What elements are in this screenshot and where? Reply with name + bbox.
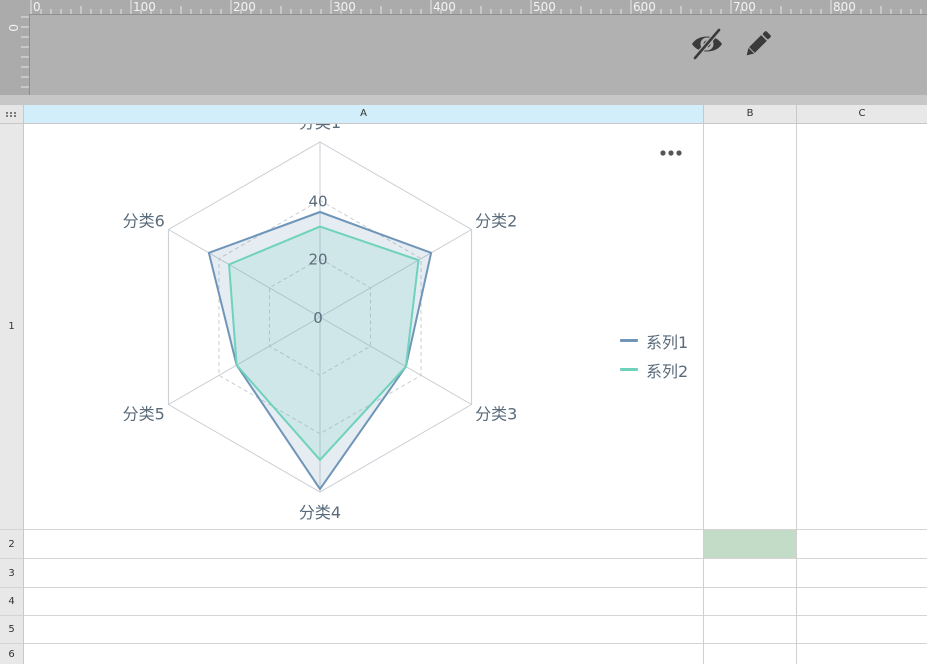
radar-indicator-label: 分类3	[475, 405, 517, 424]
ruler-label: 0	[33, 0, 41, 14]
cell-c3[interactable]	[797, 559, 927, 588]
cell-a4[interactable]	[24, 588, 704, 616]
vertical-ruler-scale: 0	[7, 16, 29, 88]
cell-b1[interactable]	[704, 124, 797, 530]
cell-b5[interactable]	[704, 616, 797, 644]
radar-tick-label: 0	[313, 309, 323, 327]
cell-a3[interactable]	[24, 559, 704, 588]
radar-chart[interactable]: 0 20 40 分类1 分类2 分类3 分类4 分类5 分类6 系列1 系列2	[24, 113, 703, 529]
cell-c4[interactable]	[797, 588, 927, 616]
cell-c1[interactable]	[797, 124, 927, 530]
ruler-label: 100	[133, 0, 156, 14]
more-horizontal-icon	[660, 150, 682, 156]
pencil-icon	[746, 31, 771, 56]
ruler-label: 500	[533, 0, 556, 14]
chart-legend: 系列1 系列2	[620, 326, 688, 384]
cell-a1[interactable]: 0 20 40 分类1 分类2 分类3 分类4 分类5 分类6 系列1 系列2	[24, 113, 704, 530]
vertical-ruler: 0	[0, 14, 30, 95]
row-header-1[interactable]: 1	[0, 124, 24, 530]
radar-indicator-label: 分类6	[123, 212, 165, 231]
toolbar-separator	[0, 95, 927, 105]
ruler-label: 200	[233, 0, 256, 14]
radar-indicator-label: 分类1	[299, 124, 341, 132]
legend-label: 系列1	[646, 332, 689, 352]
ruler-label: 300	[333, 0, 356, 14]
chart-menu-button[interactable]	[657, 144, 687, 162]
cell-c2[interactable]	[797, 530, 927, 559]
cell-c6[interactable]	[797, 644, 927, 664]
row-header-6[interactable]: 6	[0, 644, 24, 664]
column-header-c[interactable]: C	[797, 105, 927, 124]
select-all-corner[interactable]	[0, 105, 24, 124]
ruler-label: 700	[733, 0, 756, 14]
legend-item-series-1[interactable]: 系列1	[620, 326, 688, 355]
radar-tick-label: 40	[308, 192, 327, 210]
ruler-label: 400	[433, 0, 456, 14]
radar-indicator-label: 分类5	[123, 405, 165, 424]
column-header-a[interactable]: A	[24, 105, 704, 124]
cell-a5[interactable]	[24, 616, 704, 644]
ruler-label: 800	[833, 0, 856, 14]
row-header-3[interactable]: 3	[0, 559, 24, 588]
cell-b2[interactable]	[704, 530, 797, 559]
ruler-label: 0	[7, 24, 21, 32]
row-header-5[interactable]: 5	[0, 616, 24, 644]
legend-swatch	[620, 368, 638, 371]
cell-c5[interactable]	[797, 616, 927, 644]
horizontal-ruler-scale: 0 100 200 300 400 500 600 700 800	[30, 0, 922, 14]
ruler-label: 600	[633, 0, 656, 14]
edit-button[interactable]	[740, 26, 776, 62]
radar-tick-label: 20	[308, 251, 327, 269]
column-header-b[interactable]: B	[704, 105, 797, 124]
cell-b4[interactable]	[704, 588, 797, 616]
radar-indicator-label: 分类4	[299, 503, 341, 522]
row-header-4[interactable]: 4	[0, 588, 24, 616]
row-header-2[interactable]: 2	[0, 530, 24, 559]
cell-a6[interactable]	[24, 644, 704, 664]
grid-dots-icon	[6, 112, 16, 117]
radar-chart-canvas: 0 20 40 分类1 分类2 分类3 分类4 分类5 分类6	[123, 113, 518, 522]
eye-slash-icon	[692, 28, 722, 60]
cell-b3[interactable]	[704, 559, 797, 588]
legend-label: 系列2	[646, 361, 689, 381]
hide-button[interactable]	[689, 26, 725, 62]
legend-item-series-2[interactable]: 系列2	[620, 355, 688, 384]
legend-swatch	[620, 339, 638, 342]
cell-a2[interactable]	[24, 530, 704, 559]
cell-b6[interactable]	[704, 644, 797, 664]
horizontal-ruler: 0 100 200 300 400 500 600 700 800	[0, 0, 927, 15]
radar-indicator-label: 分类2	[475, 212, 517, 231]
